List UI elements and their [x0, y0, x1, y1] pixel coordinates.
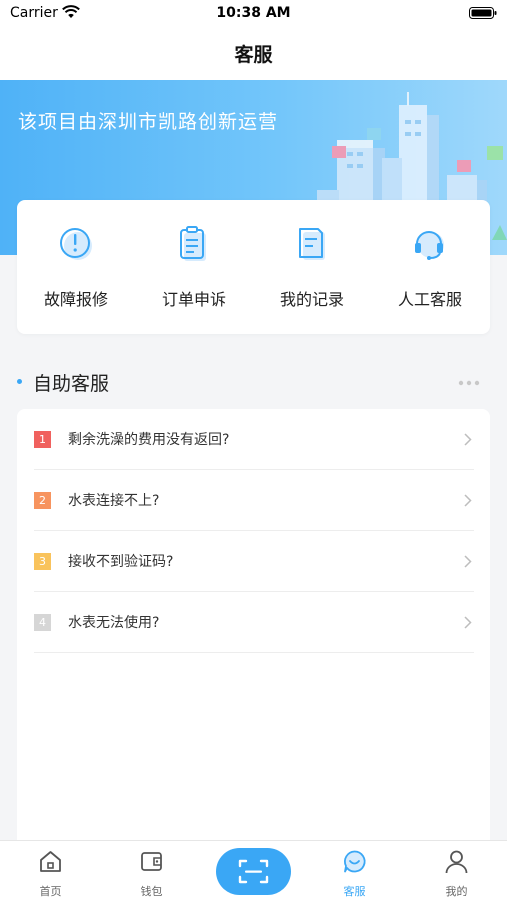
quick-action-label: 订单申诉 — [161, 290, 226, 309]
status-time: 10:38 AM — [216, 5, 291, 21]
tab-profile[interactable]: 我的 — [406, 841, 507, 900]
quick-action-my-records[interactable]: 我的记录 — [253, 200, 371, 334]
banner-text: 该项目由深圳市凯路创新运营 — [18, 111, 279, 133]
quick-action-label: 人工客服 — [397, 290, 462, 309]
chevron-right-icon — [464, 555, 472, 568]
chevron-right-icon — [464, 433, 472, 446]
quick-action-label: 我的记录 — [279, 290, 344, 309]
more-icon[interactable] — [458, 380, 480, 386]
chevron-right-icon — [464, 616, 472, 629]
quick-action-label: 故障报修 — [43, 290, 108, 309]
headset-icon — [415, 231, 444, 260]
tab-home[interactable]: 首页 — [0, 841, 101, 900]
tab-label: 首页 — [39, 885, 62, 898]
quick-actions-card: 故障报修 订单申诉 我的记录 人工客服 — [17, 200, 490, 334]
faq-question: 水表无法使用? — [68, 615, 160, 631]
chat-icon — [344, 850, 366, 873]
faq-number-badge: 4 — [34, 614, 51, 631]
tab-customer-service[interactable]: 客服 — [304, 841, 405, 900]
nav-bar: 客服 — [0, 28, 507, 80]
document-icon — [299, 228, 325, 260]
scan-icon — [238, 859, 269, 884]
quick-action-order-appeal[interactable]: 订单申诉 — [135, 200, 253, 334]
faq-question: 水表连接不上? — [68, 493, 160, 509]
user-icon — [445, 850, 468, 874]
alert-circle-icon — [60, 228, 92, 260]
faq-number-badge: 2 — [34, 492, 51, 509]
faq-list: 1 剩余洗澡的费用没有返回? 2 水表连接不上? 3 接收不到验证码? 4 水表… — [17, 409, 490, 849]
faq-question: 接收不到验证码? — [68, 554, 174, 570]
status-bar: Carrier 10:38 AM — [0, 0, 507, 28]
faq-number-badge: 1 — [34, 431, 51, 448]
tab-label: 客服 — [343, 885, 366, 898]
section-dot — [17, 379, 22, 384]
quick-action-fault-report[interactable]: 故障报修 — [17, 200, 135, 334]
wallet-icon — [141, 852, 162, 871]
faq-question: 剩余洗澡的费用没有返回? — [68, 432, 230, 448]
home-icon — [40, 851, 61, 872]
tab-wallet[interactable]: 钱包 — [101, 841, 202, 900]
battery-icon — [469, 7, 497, 19]
faq-item[interactable]: 1 剩余洗澡的费用没有返回? — [34, 409, 474, 470]
faq-number-badge: 3 — [34, 553, 51, 570]
self-service-section-header: 自助客服 — [17, 368, 490, 396]
chevron-right-icon — [464, 494, 472, 507]
faq-item[interactable]: 4 水表无法使用? — [34, 592, 474, 653]
page-title: 客服 — [234, 44, 273, 66]
faq-item[interactable]: 3 接收不到验证码? — [34, 531, 474, 592]
clipboard-icon — [180, 226, 206, 261]
tab-label: 钱包 — [140, 885, 163, 898]
scan-button[interactable] — [216, 848, 291, 895]
faq-item[interactable]: 2 水表连接不上? — [34, 470, 474, 531]
section-title: 自助客服 — [33, 373, 110, 395]
quick-action-live-support[interactable]: 人工客服 — [371, 200, 489, 334]
tab-label: 我的 — [445, 885, 468, 898]
